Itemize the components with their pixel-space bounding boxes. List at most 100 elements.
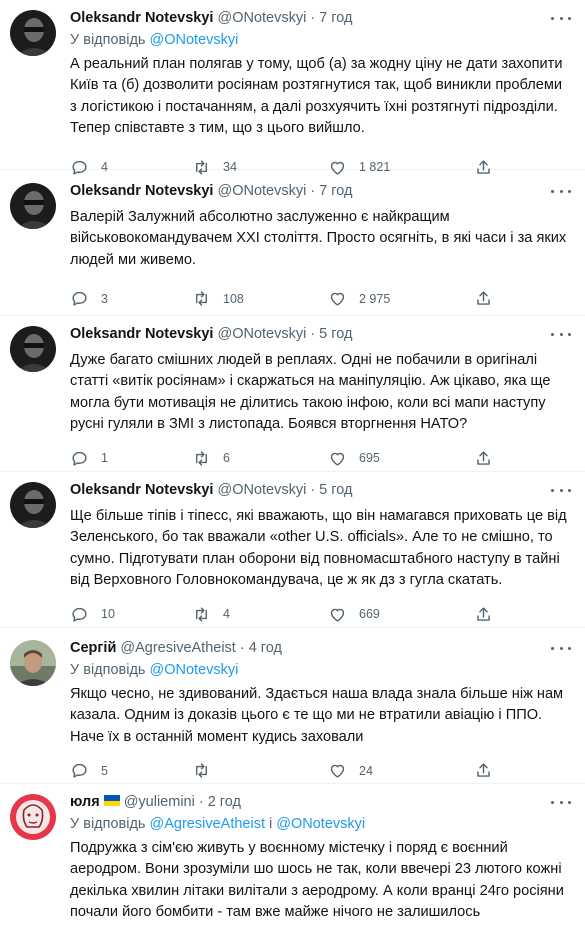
author-handle[interactable]: @ONotevskyi	[217, 183, 306, 199]
avatar[interactable]	[10, 10, 56, 56]
more-icon[interactable]	[551, 482, 571, 498]
tweet-text: Подружка з сім'єю живуть у воєнному міст…	[70, 840, 564, 921]
more-icon[interactable]	[551, 10, 571, 26]
reply-to-link[interactable]: @AgresiveAtheist	[150, 816, 265, 832]
share-button[interactable]	[474, 605, 505, 624]
retweet-count: 4	[223, 607, 230, 622]
separator-dot: ·	[239, 640, 245, 656]
tweet-header: Oleksandr Notevskyi @ONotevskyi · 5 год	[70, 326, 571, 346]
author-handle[interactable]: @yuliemini	[124, 794, 195, 810]
reply-button[interactable]: 1	[70, 449, 108, 468]
avatar-image	[10, 640, 56, 686]
like-count: 695	[359, 451, 380, 466]
reply-prefix: У відповідь	[70, 32, 150, 48]
timestamp[interactable]: 5 год	[319, 482, 352, 498]
reply-joiner: і	[264, 816, 277, 832]
tweet-header: юля @yuliemini · 2 год	[70, 794, 571, 814]
avatar-image	[10, 183, 56, 229]
like-button[interactable]: 24	[328, 761, 373, 780]
tweet[interactable]: Oleksandr Notevskyi @ONotevskyi · 7 год …	[0, 0, 585, 175]
like-count: 2 975	[359, 291, 391, 306]
reply-context: У відповідь @ONotevskyi	[70, 660, 571, 680]
tweet-text: А реальний план полягав у тому, щоб (а) …	[70, 56, 563, 137]
share-icon	[477, 607, 490, 621]
retweet-icon	[196, 451, 207, 466]
like-button[interactable]: 695	[328, 449, 380, 468]
like-count: 24	[359, 763, 373, 778]
timestamp[interactable]: 5 год	[319, 326, 352, 342]
avatar-image	[10, 794, 56, 840]
tweet-text: Ще більше тіпів і тіпесс, які вважають, …	[70, 508, 567, 589]
share-icon	[477, 451, 490, 465]
share-button[interactable]	[474, 289, 505, 308]
tweet-header: Oleksandr Notevskyi @ONotevskyi · 7 год	[70, 10, 571, 30]
more-icon[interactable]	[551, 794, 571, 810]
reply-context: У відповідь @AgresiveAtheist і @ONotevsk…	[70, 814, 571, 834]
avatar[interactable]	[10, 326, 56, 372]
separator-dot: ·	[310, 482, 316, 498]
retweet-button[interactable]	[192, 761, 223, 780]
tweet[interactable]: Oleksandr Notevskyi @ONotevskyi · 7 год …	[0, 170, 585, 316]
author-handle[interactable]: @AgresiveAtheist	[120, 640, 235, 656]
reply-to-link[interactable]: @ONotevskyi	[150, 32, 239, 48]
avatar[interactable]	[10, 183, 56, 229]
reply-icon	[72, 451, 87, 466]
timestamp[interactable]: 4 год	[249, 640, 282, 656]
reply-button[interactable]: 5	[70, 761, 108, 780]
tweet-text: Валерій Залужний абсолютно заслуженно є …	[70, 209, 567, 268]
tweet-actions: 3 108 2 975	[70, 282, 510, 316]
author-name[interactable]: Oleksandr Notevskyi	[70, 326, 213, 342]
like-button[interactable]: 2 975	[328, 289, 390, 308]
like-icon	[330, 293, 345, 306]
timestamp[interactable]: 2 год	[208, 794, 241, 810]
author-name[interactable]: Oleksandr Notevskyi	[70, 482, 213, 498]
avatar[interactable]	[10, 640, 56, 686]
retweet-icon	[196, 763, 207, 778]
author-handle[interactable]: @ONotevskyi	[217, 326, 306, 342]
reply-icon	[72, 292, 87, 306]
tweet-text: Якщо чесно, не здивований. Здається наша…	[70, 686, 564, 745]
retweet-icon	[196, 291, 207, 306]
reply-count: 1	[101, 451, 108, 466]
tweet[interactable]: Сергій @AgresiveAtheist · 4 год У відпов…	[0, 628, 585, 784]
reply-to-link[interactable]: @ONotevskyi	[150, 662, 239, 678]
like-count: 669	[359, 607, 380, 622]
author-name[interactable]: юля	[70, 794, 100, 810]
retweet-button[interactable]: 108	[192, 289, 244, 308]
retweet-button[interactable]: 6	[192, 449, 230, 468]
avatar[interactable]	[10, 794, 56, 840]
retweet-button[interactable]: 4	[192, 605, 230, 624]
timestamp[interactable]: 7 год	[319, 10, 352, 26]
reply-icon	[72, 764, 87, 778]
reply-count: 10	[101, 607, 115, 622]
share-button[interactable]	[474, 449, 505, 468]
author-name[interactable]: Oleksandr Notevskyi	[70, 183, 213, 199]
tweet-feed: Oleksandr Notevskyi @ONotevskyi · 7 год …	[0, 0, 585, 926]
tweet[interactable]: Oleksandr Notevskyi @ONotevskyi · 5 год …	[0, 316, 585, 472]
more-icon[interactable]	[551, 326, 571, 342]
author-handle[interactable]: @ONotevskyi	[217, 10, 306, 26]
reply-button[interactable]: 10	[70, 605, 115, 624]
reply-context: У відповідь @ONotevskyi	[70, 30, 571, 50]
author-handle[interactable]: @ONotevskyi	[217, 482, 306, 498]
like-button[interactable]: 669	[328, 605, 380, 624]
separator-dot: ·	[310, 183, 316, 199]
like-icon	[330, 608, 345, 622]
avatar[interactable]	[10, 482, 56, 528]
avatar-image	[10, 482, 56, 528]
share-icon	[477, 291, 490, 305]
more-icon[interactable]	[551, 640, 571, 656]
reply-prefix: У відповідь	[70, 662, 150, 678]
separator-dot: ·	[310, 326, 316, 342]
tweet[interactable]: юля @yuliemini · 2 год У відповідь @Agre…	[0, 784, 585, 926]
author-name[interactable]: Oleksandr Notevskyi	[70, 10, 213, 26]
reply-to-link-2[interactable]: @ONotevskyi	[276, 816, 365, 832]
tweet[interactable]: Oleksandr Notevskyi @ONotevskyi · 5 год …	[0, 472, 585, 628]
timestamp[interactable]: 7 год	[319, 183, 352, 199]
more-icon[interactable]	[551, 183, 571, 199]
like-icon	[330, 765, 345, 778]
reply-button[interactable]: 3	[70, 289, 108, 308]
author-name[interactable]: Сергій	[70, 640, 116, 656]
share-icon	[477, 763, 490, 777]
share-button[interactable]	[474, 761, 505, 780]
